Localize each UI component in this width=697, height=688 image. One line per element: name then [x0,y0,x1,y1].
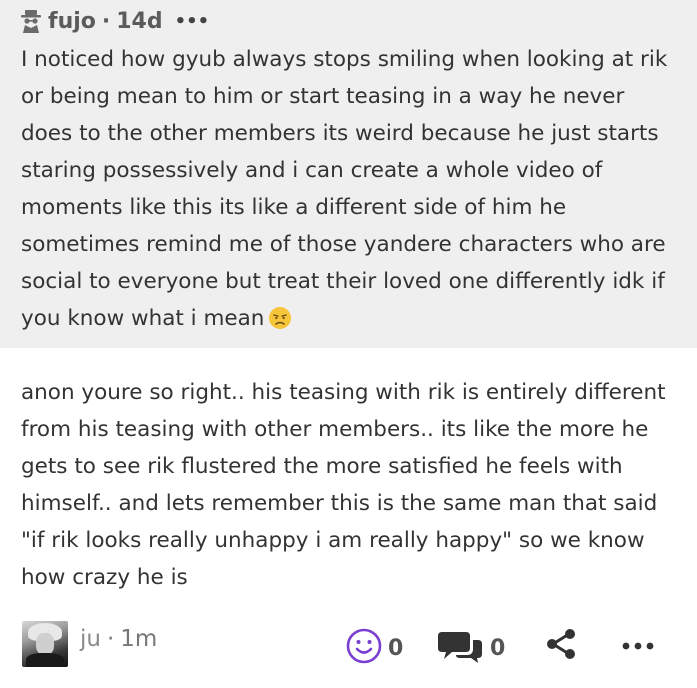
meta-separator: · [101,8,111,34]
meta-separator: · [106,626,115,652]
comment-bubbles-icon [438,628,484,668]
quoted-author[interactable]: fujo [48,9,96,34]
reply-text: anon youre so right.. his teasing with r… [21,380,666,590]
disappointed-face-icon [268,305,292,329]
share-button[interactable] [545,628,577,664]
quoted-more-icon[interactable]: ••• [175,11,210,32]
quoted-timestamp: 14d [116,8,163,34]
react-button[interactable]: 0 [346,628,403,668]
quoted-post-body: I noticed how gyub always stops smiling … [21,41,681,337]
quoted-post: fujo · 14d ••• I noticed how gyub always… [0,0,697,348]
quoted-post-text: I noticed how gyub always stops smiling … [21,47,668,331]
reply-author[interactable]: ju [80,626,101,652]
reply-timestamp: 1m [120,626,158,652]
share-icon [545,628,577,664]
spy-icon [20,9,42,33]
ellipsis-icon [622,636,654,655]
reply-meta: ju · 1m [80,626,157,652]
quoted-post-header: fujo · 14d ••• [20,6,209,36]
reply-body: anon youre so right.. his teasing with r… [21,374,681,596]
avatar[interactable] [22,621,68,667]
more-button[interactable] [622,636,654,655]
comment-button[interactable]: 0 [438,628,505,668]
comment-count: 0 [490,635,506,661]
reply-footer: ju · 1m 0 0 [0,618,697,672]
reaction-count: 0 [388,635,404,661]
smile-icon [346,628,382,668]
